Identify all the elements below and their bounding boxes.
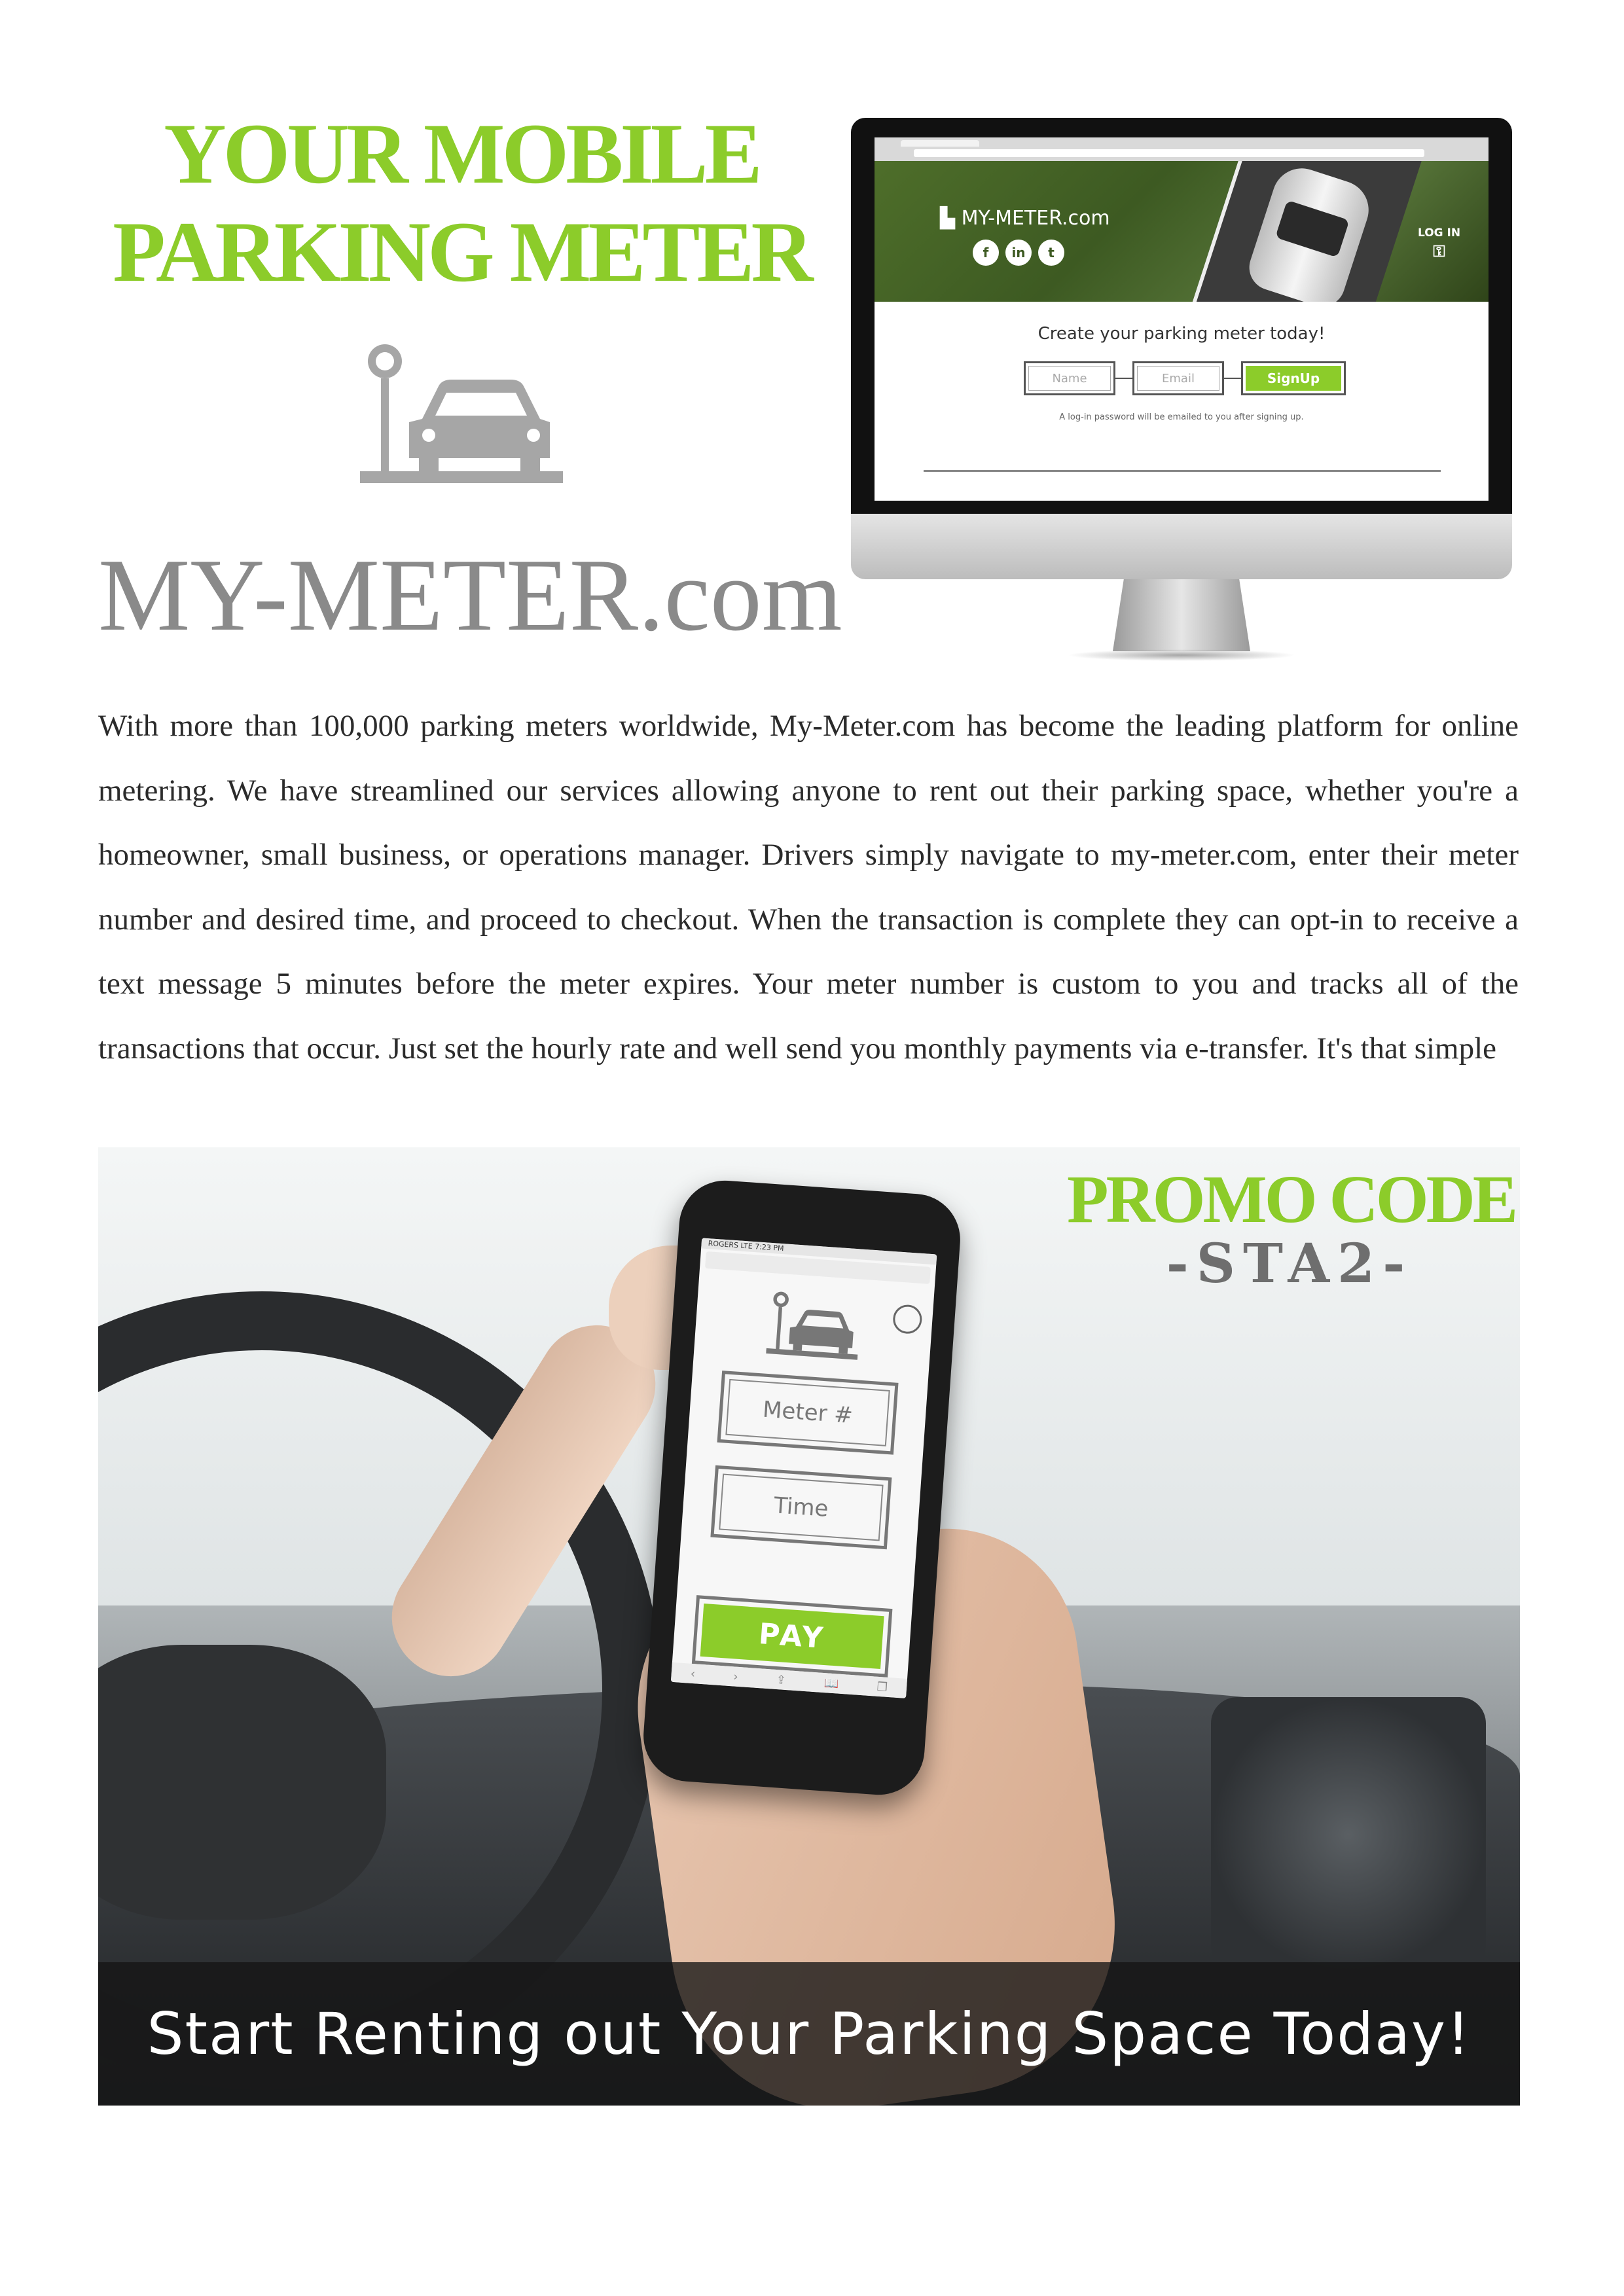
promo-code-label: PROMO CODE:: [1067, 1162, 1520, 1237]
name-field: Name: [1024, 361, 1115, 395]
stand-shadow: [1067, 649, 1296, 661]
back-icon: ‹: [690, 1666, 696, 1681]
form-connector: [1224, 378, 1241, 379]
parking-meter-car-icon: [360, 344, 563, 483]
monitor-stand: [1113, 579, 1250, 651]
phone-screen: ROGERS LTE 7:23 PM Meter # Time PAY ‹ › …: [670, 1238, 937, 1698]
share-icon: ⇪: [776, 1672, 787, 1687]
linkedin-icon: in: [1005, 240, 1032, 266]
divider: [924, 470, 1441, 472]
signup-note: A log-in password will be emailed to you…: [1059, 412, 1304, 422]
pay-button: PAY: [691, 1595, 893, 1677]
smartphone: ROGERS LTE 7:23 PM Meter # Time PAY ‹ › …: [640, 1177, 964, 1798]
browser-toolbar: [875, 137, 1489, 162]
tabs-icon: ❐: [876, 1679, 888, 1695]
form-connector: [1115, 378, 1132, 379]
monitor-chin: [851, 514, 1512, 579]
imac-monitor-mockup: ▙ MY-METER.com f in t LOG IN ⚿ Create yo…: [851, 118, 1512, 668]
cta-banner: Start Renting out Your Parking Space Tod…: [98, 1962, 1520, 2106]
description-paragraph: With more than 100,000 parking meters wo…: [98, 709, 1519, 1066]
social-links: f in t: [973, 240, 1064, 266]
promo-code-value: -STA2-: [1166, 1232, 1413, 1295]
center-console: [1211, 1697, 1486, 1972]
facebook-icon: f: [973, 240, 999, 266]
twitter-icon: t: [1038, 240, 1064, 266]
meter-number-field: Meter #: [717, 1371, 899, 1455]
car-window: [1275, 200, 1350, 258]
headline: YOUR MOBILE PARKING METER: [98, 105, 825, 301]
promo-photo: ROGERS LTE 7:23 PM Meter # Time PAY ‹ › …: [98, 1147, 1520, 2106]
brand-wordmark: MY-METER.com: [98, 538, 842, 653]
browser-address-bar: [914, 149, 1424, 157]
menu-icon: [892, 1304, 923, 1335]
website-screenshot: ▙ MY-METER.com f in t LOG IN ⚿ Create yo…: [875, 137, 1489, 501]
forward-icon: ›: [732, 1669, 739, 1684]
time-label: Time: [719, 1473, 884, 1541]
steering-wheel-hub: [98, 1645, 386, 1920]
key-icon: ⚿: [1433, 242, 1445, 260]
site-hero-banner: ▙ MY-METER.com f in t LOG IN ⚿: [875, 161, 1489, 302]
parking-meter-car-icon: [766, 1291, 858, 1360]
create-meter-title: Create your parking meter today!: [1038, 324, 1326, 344]
cta-text: Start Renting out Your Parking Space Tod…: [147, 2000, 1471, 2068]
signup-button: SignUp: [1241, 361, 1346, 395]
browser-tab: [901, 140, 979, 147]
login-link: LOG IN ⚿: [1418, 226, 1460, 260]
login-label: LOG IN: [1418, 226, 1461, 240]
monitor-bezel: ▙ MY-METER.com f in t LOG IN ⚿ Create yo…: [851, 118, 1512, 514]
email-field: Email: [1132, 361, 1224, 395]
bookmarks-icon: 📖: [823, 1676, 840, 1691]
headline-line-1: YOUR MOBILE: [164, 105, 762, 202]
time-field: Time: [710, 1465, 892, 1550]
signup-form: Name Email SignUp: [1024, 360, 1346, 397]
headline-line-2: PARKING METER: [113, 204, 814, 300]
site-logo: ▙ MY-METER.com: [940, 207, 1110, 230]
